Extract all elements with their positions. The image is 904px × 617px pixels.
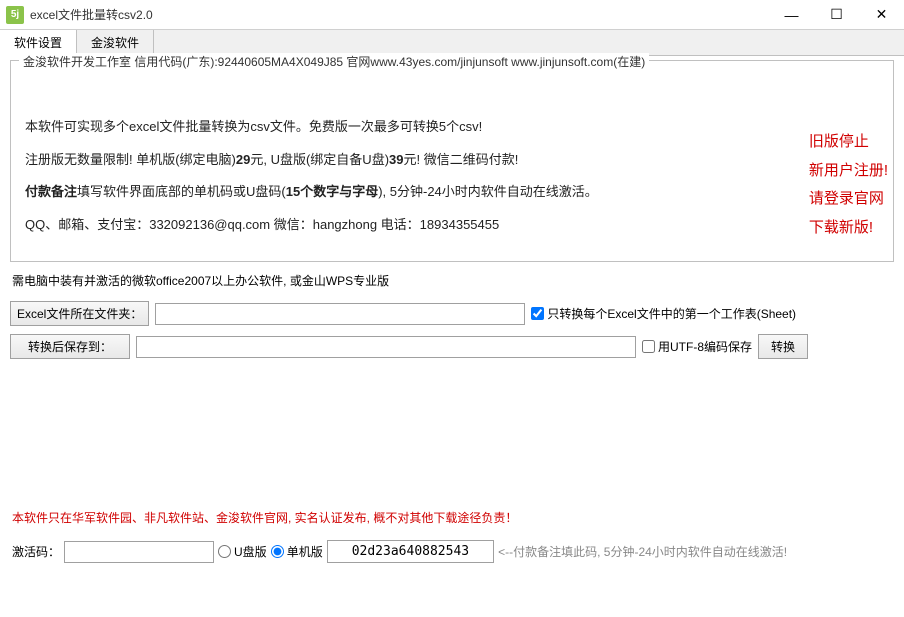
app-icon: 5j [6, 6, 24, 24]
window-title: excel文件批量转csv2.0 [30, 6, 769, 23]
close-button[interactable]: ✕ [859, 0, 904, 30]
row-source-folder: Excel文件所在文件夹： 只转换每个Excel文件中的第一个工作表(Sheet… [10, 301, 894, 326]
tab-jinjun[interactable]: 金浚软件 [77, 30, 154, 55]
info-body: 本软件可实现多个excel文件批量转换为csv文件。免费版一次最多可转换5个cs… [17, 63, 887, 251]
window-controls: — ☐ ✕ [769, 0, 904, 30]
titlebar: 5j excel文件批量转csv2.0 — ☐ ✕ [0, 0, 904, 30]
dest-folder-input[interactable] [136, 336, 636, 358]
info-line3: 付款备注填写软件界面底部的单机码或U盘码(15个数字与字母), 5分钟-24小时… [25, 178, 879, 207]
first-sheet-label: 只转换每个Excel文件中的第一个工作表(Sheet) [547, 305, 796, 322]
activation-hint: <--付款备注填此码, 5分钟-24小时内软件自动在线激活! [498, 543, 787, 560]
radio-single-label[interactable]: 单机版 [271, 543, 323, 560]
machine-code-display: 02d23a640882543 [327, 540, 494, 563]
row-dest-folder: 转换后保存到： 用UTF-8编码保存 转换 [10, 334, 894, 359]
maximize-button[interactable]: ☐ [814, 0, 859, 30]
content-area: 金浚软件开发工作室 信用代码(广东):92440605MA4X049J85 官网… [0, 56, 904, 567]
info-group: 金浚软件开发工作室 信用代码(广东):92440605MA4X049J85 官网… [10, 60, 894, 262]
radio-single-text: 单机版 [287, 543, 323, 560]
browse-source-button[interactable]: Excel文件所在文件夹： [10, 301, 149, 326]
source-folder-input[interactable] [155, 303, 525, 325]
first-sheet-checkbox-label[interactable]: 只转换每个Excel文件中的第一个工作表(Sheet) [531, 305, 796, 322]
footer-warning: 本软件只在华军软件园、非凡软件站、金浚软件官网, 实名认证发布, 概不对其他下载… [12, 509, 892, 526]
radio-usb-label[interactable]: U盘版 [218, 543, 267, 560]
activation-row: 激活码： U盘版 单机版 02d23a640882543 <--付款备注填此码,… [10, 536, 894, 567]
minimize-button[interactable]: — [769, 0, 814, 30]
convert-button[interactable]: 转换 [758, 334, 808, 359]
side-note: 旧版停止 新用户注册! 请登录官网 下载新版! [809, 128, 888, 242]
activation-label: 激活码： [12, 543, 60, 560]
info-line1: 本软件可实现多个excel文件批量转换为csv文件。免费版一次最多可转换5个cs… [25, 113, 879, 142]
radio-usb-text: U盘版 [234, 543, 267, 560]
utf8-checkbox[interactable] [642, 340, 655, 353]
info-line2: 注册版无数量限制! 单机版(绑定电脑)29元, U盘版(绑定自备U盘)39元! … [25, 146, 879, 175]
side-note-l4: 下载新版! [809, 214, 888, 243]
browse-dest-button[interactable]: 转换后保存到： [10, 334, 130, 359]
first-sheet-checkbox[interactable] [531, 307, 544, 320]
activation-code-input[interactable] [64, 541, 214, 563]
radio-single[interactable] [271, 545, 284, 558]
side-note-l2: 新用户注册! [809, 157, 888, 186]
requirement-text: 需电脑中装有并激活的微软office2007以上办公软件, 或金山WPS专业版 [12, 272, 892, 289]
utf8-checkbox-label[interactable]: 用UTF-8编码保存 [642, 338, 752, 355]
radio-usb[interactable] [218, 545, 231, 558]
utf8-label: 用UTF-8编码保存 [658, 338, 752, 355]
info-legend: 金浚软件开发工作室 信用代码(广东):92440605MA4X049J85 官网… [19, 53, 649, 70]
info-line4: QQ、邮箱、支付宝：332092136@qq.com 微信：hangzhong … [25, 211, 879, 240]
side-note-l1: 旧版停止 [809, 128, 888, 157]
side-note-l3: 请登录官网 [809, 185, 888, 214]
